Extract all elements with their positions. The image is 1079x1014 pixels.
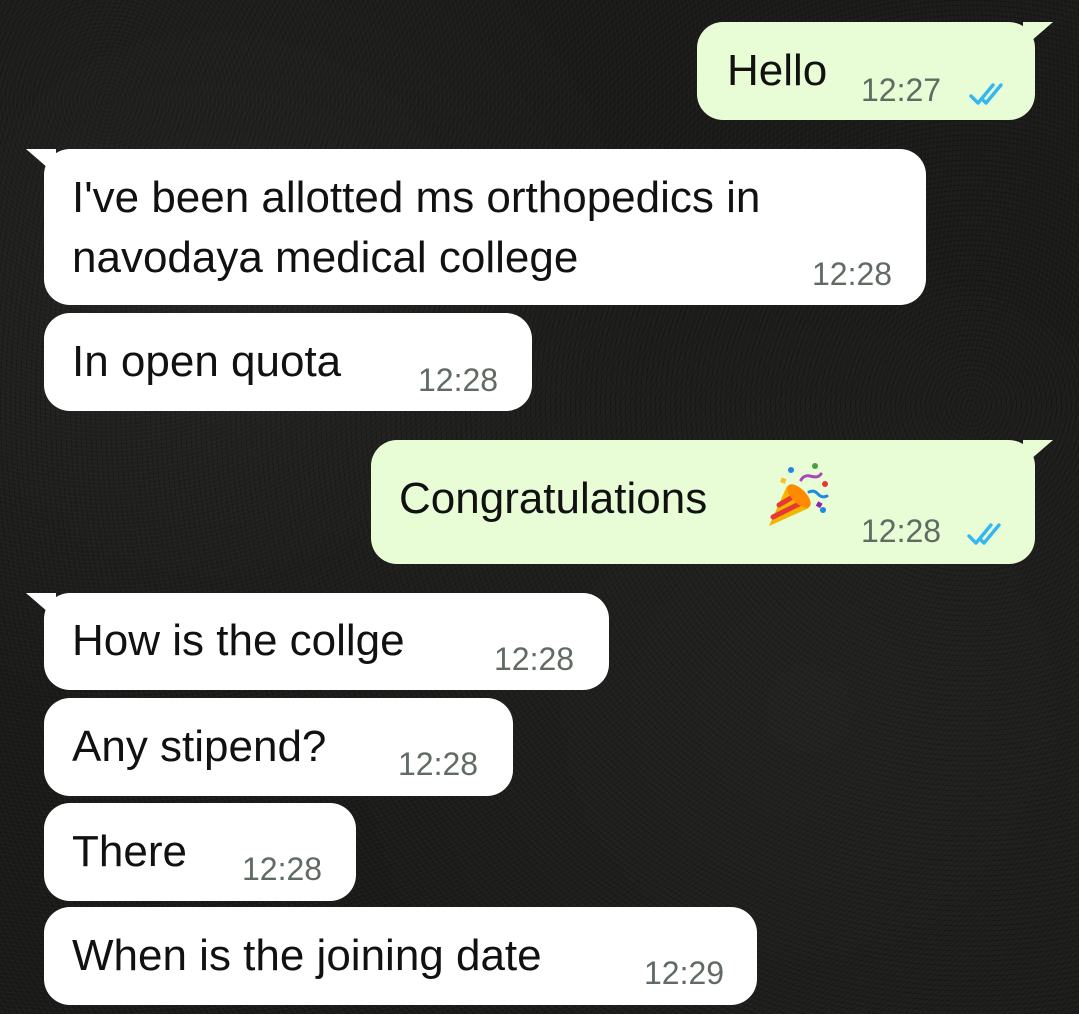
message-timestamp: 12:29 <box>644 955 725 991</box>
message-text-line: I've been allotted ms orthopedics in <box>72 173 761 222</box>
message-text: When is the joining date <box>72 931 542 980</box>
message-text: How is the collge <box>72 616 405 665</box>
double-check-read-icon <box>969 83 1003 105</box>
message-timestamp: 12:28 <box>398 746 479 782</box>
incoming-message[interactable]: In open quota 12:28 <box>44 313 532 411</box>
message-timestamp: 12:28 <box>242 851 323 887</box>
incoming-message[interactable]: There 12:28 <box>44 803 356 901</box>
message-text: Any stipend? <box>72 722 327 771</box>
message-text: Congratulations <box>399 474 708 523</box>
incoming-message[interactable]: How is the collge 12:28 <box>26 593 609 690</box>
double-check-read-icon <box>967 523 1001 545</box>
message-text-line: navodaya medical college <box>72 233 579 282</box>
incoming-message[interactable]: I've been allotted ms orthopedics in nav… <box>26 149 926 305</box>
bubble-tail <box>1023 440 1053 466</box>
incoming-message[interactable]: When is the joining date 12:29 <box>44 907 757 1005</box>
incoming-message[interactable]: Any stipend? 12:28 <box>44 698 513 796</box>
message-timestamp: 12:28 <box>812 256 893 292</box>
chat-conversation: Hello 12:27 I've been allotted ms orthop… <box>0 0 1079 1014</box>
message-text: There <box>72 827 187 876</box>
bubble-tail <box>26 149 56 175</box>
bubble-tail <box>26 593 56 619</box>
message-timestamp: 12:28 <box>494 641 575 677</box>
outgoing-message[interactable]: Hello 12:27 <box>697 22 1053 120</box>
message-text: Hello <box>727 46 828 95</box>
message-timestamp: 12:27 <box>861 72 942 108</box>
party-popper-icon <box>769 463 829 526</box>
outgoing-message[interactable]: Congratulations 12:28 <box>371 440 1053 564</box>
message-timestamp: 12:28 <box>861 513 942 549</box>
message-timestamp: 12:28 <box>418 362 499 398</box>
bubble-tail <box>1023 22 1053 48</box>
message-text: In open quota <box>72 337 342 386</box>
